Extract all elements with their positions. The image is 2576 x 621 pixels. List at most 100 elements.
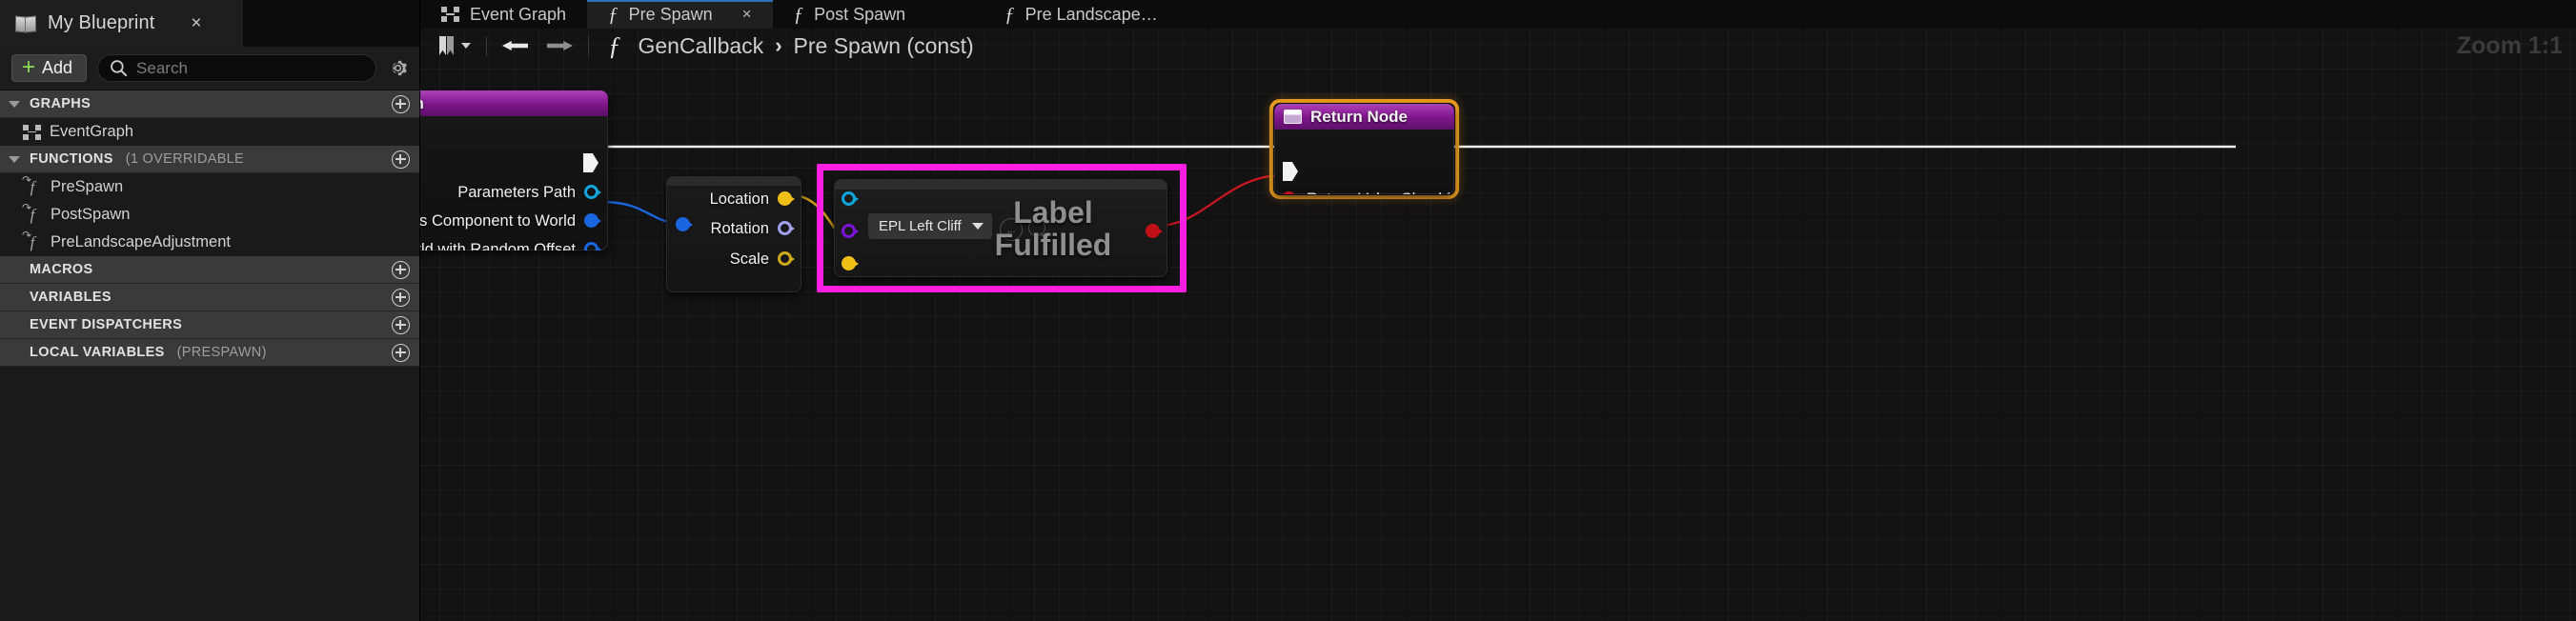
label-output-pin[interactable] (1146, 223, 1163, 240)
function-icon: ƒ (793, 2, 804, 26)
return-value-should-spawn-pin[interactable] (1282, 190, 1298, 194)
bookmark-button[interactable] (430, 29, 480, 63)
pin-row-rotation[interactable]: Rotation (710, 218, 795, 239)
blueprint-tree: GRAPHS EventGraph FUNCTIONS (1 OVERRIDAB… (0, 90, 419, 621)
pin-label-parameters-path: Parameters Path (457, 183, 576, 201)
graph-tabstrip: Event Graph ƒ Pre Spawn × ƒ Post Spawn ƒ… (420, 0, 2576, 29)
tree-item-eventgraph-label: EventGraph (50, 123, 134, 140)
add-event-dispatcher-button[interactable] (392, 315, 410, 334)
add-function-button[interactable] (392, 150, 410, 169)
pin-row-label-in-3[interactable] (842, 253, 859, 274)
tab-my-blueprint[interactable]: My Blueprint × (0, 0, 243, 47)
arrow-left-icon (502, 37, 528, 55)
search-placeholder: Search (136, 58, 188, 77)
pin-row-parameters-component-to-world[interactable]: Parameters Component to World (420, 210, 601, 231)
breadcrumb: ƒ GenCallback › Pre Spawn (const) (595, 31, 974, 61)
close-icon[interactable]: × (742, 5, 752, 24)
node-return-node-header: Return Node (1274, 104, 1454, 130)
add-variable-button[interactable] (392, 288, 410, 307)
parameters-component-to-world-pin[interactable] (584, 212, 601, 230)
label-dropdown-value: EPL Left Cliff (879, 218, 962, 234)
tree-section-event-dispatchers[interactable]: EVENT DISPATCHERS (0, 311, 419, 339)
pin-row-label-in-2[interactable] (842, 221, 859, 242)
parameters-path-pin[interactable] (584, 184, 601, 201)
label-input-pin-2[interactable] (842, 223, 859, 240)
tab-post-spawn[interactable]: ƒ Post Spawn (773, 0, 927, 29)
event-graph-icon (441, 7, 459, 22)
chevron-down-icon[interactable] (9, 155, 20, 163)
pin-row-label-in-1[interactable] (842, 189, 859, 210)
pin-row-transform-in[interactable] (676, 214, 693, 235)
plus-icon: + (22, 53, 36, 80)
tree-section-functions-label: FUNCTIONS (30, 151, 113, 167)
tree-item-prespawn[interactable]: ↷ f PreSpawn (0, 173, 419, 201)
tree-item-eventgraph[interactable]: EventGraph (0, 118, 419, 146)
pin-row-label-out[interactable] (1146, 221, 1163, 242)
pin-row-parameters-component-to-world-random-offset[interactable]: Parameters Component to World with Rando… (420, 239, 601, 250)
rotation-pin[interactable] (778, 220, 795, 237)
pin-row-return-value-should-spawn[interactable]: Return Value Should Spawn (1282, 189, 1454, 194)
node-label-fulfilled[interactable]: EPL Left Cliff Label Fulfilled (834, 179, 1167, 277)
label-input-pin-1[interactable] (842, 190, 859, 208)
tree-section-variables[interactable]: VARIABLES (0, 284, 419, 311)
pin-label-return-value-should-spawn: Return Value Should Spawn (1307, 190, 1454, 195)
function-icon: ↷ f (22, 200, 35, 224)
location-pin[interactable] (778, 190, 795, 208)
label-input-pin-3[interactable] (842, 255, 859, 272)
tree-section-functions-sub: (1 OVERRIDABLE (125, 151, 244, 167)
graph-canvas[interactable]: Pre Spawn Parameters Path P (420, 29, 2576, 621)
tab-post-spawn-label: Post Spawn (814, 4, 906, 24)
tree-section-local-variables-label: LOCAL VARIABLES (30, 345, 165, 360)
tree-section-graphs[interactable]: GRAPHS (0, 90, 419, 118)
node-break-transform[interactable]: Location Rotation Scale (666, 176, 801, 292)
add-local-variable-button[interactable] (392, 343, 410, 362)
gear-icon[interactable] (387, 57, 409, 79)
breadcrumb-item-gencallback[interactable]: GenCallback (639, 33, 764, 59)
parameters-component-to-world-random-offset-pin[interactable] (584, 241, 601, 250)
my-blueprint-panel: My Blueprint × + Add Search GRAPHS Event… (0, 0, 420, 621)
chevron-down-icon[interactable] (9, 100, 20, 108)
tree-item-prelandscapeadjustment-label: PreLandscapeAdjustment (51, 233, 231, 250)
exec-out-pin[interactable] (582, 152, 600, 173)
add-macro-button[interactable] (392, 260, 410, 279)
tree-section-macros-label: MACROS (30, 262, 93, 277)
tree-item-prespawn-label: PreSpawn (51, 178, 124, 195)
pin-row-exec-out[interactable] (582, 152, 600, 173)
tree-section-macros[interactable]: MACROS (0, 256, 419, 284)
pin-row-return-exec-in[interactable] (1282, 161, 1300, 182)
tree-item-prelandscapeadjustment[interactable]: ↷ f PreLandscapeAdjustment (0, 229, 419, 256)
tab-event-graph[interactable]: Event Graph (420, 0, 587, 29)
pin-row-location[interactable]: Location (710, 189, 795, 210)
tree-item-postspawn-label: PostSpawn (51, 206, 131, 223)
pin-row-scale[interactable]: Scale (730, 249, 795, 270)
function-node-icon (1284, 110, 1302, 124)
tab-pre-landscape[interactable]: ƒ Pre Landscape… (984, 0, 1179, 29)
tree-section-local-variables[interactable]: LOCAL VARIABLES (PRESPAWN) (0, 339, 419, 367)
back-button[interactable] (493, 29, 538, 63)
function-icon: ƒ (608, 30, 621, 60)
pin-label-rotation: Rotation (710, 219, 769, 237)
tree-section-functions[interactable]: FUNCTIONS (1 OVERRIDABLE (0, 146, 419, 173)
forward-button[interactable] (538, 29, 582, 63)
exec-in-pin[interactable] (1282, 161, 1300, 182)
search-input[interactable]: Search (97, 54, 376, 82)
node-return-node[interactable]: Return Node Return Value Should Spawn (1274, 104, 1454, 194)
add-button-label: Add (42, 58, 73, 77)
tree-section-local-variables-sub: (PRESPAWN) (176, 345, 267, 360)
add-graph-button[interactable] (392, 94, 410, 113)
scale-pin[interactable] (778, 250, 795, 268)
add-button[interactable]: + Add (11, 53, 88, 82)
breadcrumb-separator-icon: › (775, 33, 782, 57)
breadcrumb-item-pre-spawn[interactable]: Pre Spawn (const) (794, 33, 974, 59)
pin-row-parameters-path[interactable]: Parameters Path (457, 182, 601, 203)
tree-section-variables-label: VARIABLES (30, 290, 112, 305)
function-icon: ↷ f (22, 228, 35, 251)
tree-item-postspawn[interactable]: ↷ f PostSpawn (0, 201, 419, 229)
search-icon (111, 60, 128, 77)
tab-pre-spawn[interactable]: ƒ Pre Spawn × (587, 0, 773, 29)
chevron-down-icon[interactable] (461, 43, 471, 49)
transform-input-pin[interactable] (676, 216, 693, 233)
node-pre-spawn[interactable]: Pre Spawn Parameters Path P (420, 90, 608, 250)
close-icon[interactable]: × (191, 14, 201, 32)
arrow-right-icon (547, 37, 573, 55)
